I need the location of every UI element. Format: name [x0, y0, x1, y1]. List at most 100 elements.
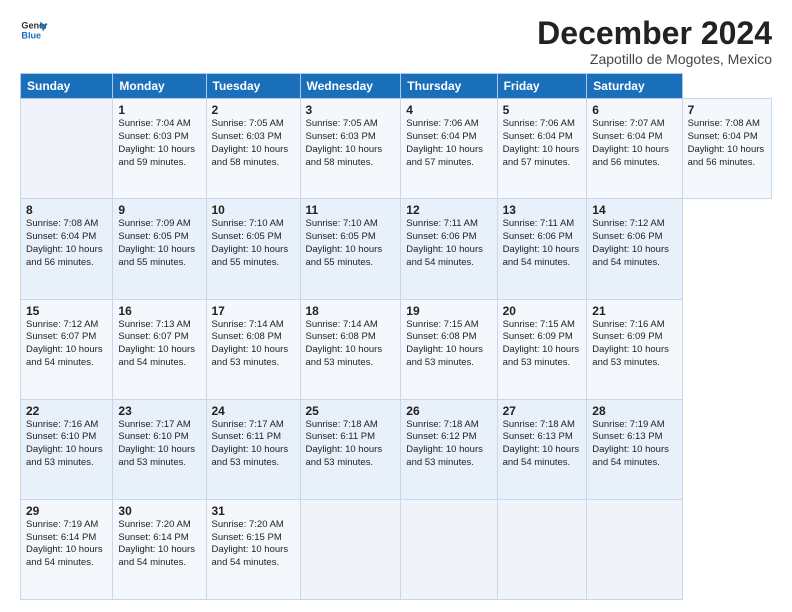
- day-info: Sunrise: 7:10 AMSunset: 6:05 PMDaylight:…: [212, 218, 289, 267]
- day-info: Sunrise: 7:13 AMSunset: 6:07 PMDaylight:…: [118, 319, 195, 368]
- day-cell-28: 28Sunrise: 7:19 AMSunset: 6:13 PMDayligh…: [587, 399, 682, 499]
- day-cell-7: 7Sunrise: 7:08 AMSunset: 6:04 PMDaylight…: [682, 99, 771, 199]
- day-cell-14: 14Sunrise: 7:12 AMSunset: 6:06 PMDayligh…: [587, 199, 682, 299]
- day-number: 11: [306, 203, 396, 217]
- day-info: Sunrise: 7:15 AMSunset: 6:08 PMDaylight:…: [406, 319, 483, 368]
- day-number: 9: [118, 203, 200, 217]
- day-number: 29: [26, 504, 107, 518]
- week-row-5: 29Sunrise: 7:19 AMSunset: 6:14 PMDayligh…: [21, 499, 772, 599]
- day-info: Sunrise: 7:08 AMSunset: 6:04 PMDaylight:…: [26, 218, 103, 267]
- day-cell-3: 3Sunrise: 7:05 AMSunset: 6:03 PMDaylight…: [300, 99, 401, 199]
- day-info: Sunrise: 7:07 AMSunset: 6:04 PMDaylight:…: [592, 118, 669, 167]
- day-cell-19: 19Sunrise: 7:15 AMSunset: 6:08 PMDayligh…: [401, 299, 497, 399]
- day-number: 27: [503, 404, 582, 418]
- day-cell-21: 21Sunrise: 7:16 AMSunset: 6:09 PMDayligh…: [587, 299, 682, 399]
- day-number: 16: [118, 304, 200, 318]
- day-cell-5: 5Sunrise: 7:06 AMSunset: 6:04 PMDaylight…: [497, 99, 587, 199]
- day-cell-24: 24Sunrise: 7:17 AMSunset: 6:11 PMDayligh…: [206, 399, 300, 499]
- day-info: Sunrise: 7:11 AMSunset: 6:06 PMDaylight:…: [406, 218, 483, 267]
- day-info: Sunrise: 7:14 AMSunset: 6:08 PMDaylight:…: [306, 319, 383, 368]
- day-number: 23: [118, 404, 200, 418]
- day-info: Sunrise: 7:20 AMSunset: 6:15 PMDaylight:…: [212, 519, 289, 568]
- header-tuesday: Tuesday: [206, 74, 300, 99]
- day-number: 28: [592, 404, 676, 418]
- day-info: Sunrise: 7:18 AMSunset: 6:11 PMDaylight:…: [306, 419, 383, 468]
- day-number: 7: [688, 103, 766, 117]
- day-info: Sunrise: 7:11 AMSunset: 6:06 PMDaylight:…: [503, 218, 580, 267]
- logo: General Blue: [20, 16, 48, 44]
- day-number: 22: [26, 404, 107, 418]
- day-number: 26: [406, 404, 491, 418]
- day-cell-10: 10Sunrise: 7:10 AMSunset: 6:05 PMDayligh…: [206, 199, 300, 299]
- day-cell-22: 22Sunrise: 7:16 AMSunset: 6:10 PMDayligh…: [21, 399, 113, 499]
- day-cell-16: 16Sunrise: 7:13 AMSunset: 6:07 PMDayligh…: [113, 299, 206, 399]
- day-cell-12: 12Sunrise: 7:11 AMSunset: 6:06 PMDayligh…: [401, 199, 497, 299]
- week-row-4: 22Sunrise: 7:16 AMSunset: 6:10 PMDayligh…: [21, 399, 772, 499]
- day-number: 19: [406, 304, 491, 318]
- week-row-3: 15Sunrise: 7:12 AMSunset: 6:07 PMDayligh…: [21, 299, 772, 399]
- day-cell-15: 15Sunrise: 7:12 AMSunset: 6:07 PMDayligh…: [21, 299, 113, 399]
- day-number: 3: [306, 103, 396, 117]
- day-info: Sunrise: 7:18 AMSunset: 6:12 PMDaylight:…: [406, 419, 483, 468]
- day-cell-17: 17Sunrise: 7:14 AMSunset: 6:08 PMDayligh…: [206, 299, 300, 399]
- day-info: Sunrise: 7:06 AMSunset: 6:04 PMDaylight:…: [503, 118, 580, 167]
- week-row-2: 8Sunrise: 7:08 AMSunset: 6:04 PMDaylight…: [21, 199, 772, 299]
- empty-cell: [300, 499, 401, 599]
- day-info: Sunrise: 7:08 AMSunset: 6:04 PMDaylight:…: [688, 118, 765, 167]
- header-wednesday: Wednesday: [300, 74, 401, 99]
- day-cell-1: 1Sunrise: 7:04 AMSunset: 6:03 PMDaylight…: [113, 99, 206, 199]
- empty-cell: [21, 99, 113, 199]
- day-cell-23: 23Sunrise: 7:17 AMSunset: 6:10 PMDayligh…: [113, 399, 206, 499]
- day-info: Sunrise: 7:14 AMSunset: 6:08 PMDaylight:…: [212, 319, 289, 368]
- header-monday: Monday: [113, 74, 206, 99]
- day-cell-30: 30Sunrise: 7:20 AMSunset: 6:14 PMDayligh…: [113, 499, 206, 599]
- header-sunday: Sunday: [21, 74, 113, 99]
- day-number: 8: [26, 203, 107, 217]
- day-cell-2: 2Sunrise: 7:05 AMSunset: 6:03 PMDaylight…: [206, 99, 300, 199]
- day-info: Sunrise: 7:16 AMSunset: 6:09 PMDaylight:…: [592, 319, 669, 368]
- day-info: Sunrise: 7:04 AMSunset: 6:03 PMDaylight:…: [118, 118, 195, 167]
- day-info: Sunrise: 7:15 AMSunset: 6:09 PMDaylight:…: [503, 319, 580, 368]
- day-info: Sunrise: 7:19 AMSunset: 6:13 PMDaylight:…: [592, 419, 669, 468]
- day-number: 31: [212, 504, 295, 518]
- day-number: 21: [592, 304, 676, 318]
- empty-cell: [587, 499, 682, 599]
- day-info: Sunrise: 7:17 AMSunset: 6:10 PMDaylight:…: [118, 419, 195, 468]
- title-block: December 2024 Zapotillo de Mogotes, Mexi…: [537, 16, 772, 67]
- header: General Blue December 2024 Zapotillo de …: [20, 16, 772, 67]
- day-cell-8: 8Sunrise: 7:08 AMSunset: 6:04 PMDaylight…: [21, 199, 113, 299]
- calendar-subtitle: Zapotillo de Mogotes, Mexico: [537, 51, 772, 67]
- day-info: Sunrise: 7:16 AMSunset: 6:10 PMDaylight:…: [26, 419, 103, 468]
- day-cell-9: 9Sunrise: 7:09 AMSunset: 6:05 PMDaylight…: [113, 199, 206, 299]
- empty-cell: [497, 499, 587, 599]
- empty-cell: [401, 499, 497, 599]
- day-number: 20: [503, 304, 582, 318]
- day-number: 25: [306, 404, 396, 418]
- day-number: 12: [406, 203, 491, 217]
- day-cell-13: 13Sunrise: 7:11 AMSunset: 6:06 PMDayligh…: [497, 199, 587, 299]
- header-friday: Friday: [497, 74, 587, 99]
- day-cell-31: 31Sunrise: 7:20 AMSunset: 6:15 PMDayligh…: [206, 499, 300, 599]
- day-number: 4: [406, 103, 491, 117]
- header-saturday: Saturday: [587, 74, 682, 99]
- day-info: Sunrise: 7:20 AMSunset: 6:14 PMDaylight:…: [118, 519, 195, 568]
- days-header-row: SundayMondayTuesdayWednesdayThursdayFrid…: [21, 74, 772, 99]
- day-cell-4: 4Sunrise: 7:06 AMSunset: 6:04 PMDaylight…: [401, 99, 497, 199]
- calendar-table: SundayMondayTuesdayWednesdayThursdayFrid…: [20, 73, 772, 600]
- day-number: 17: [212, 304, 295, 318]
- day-number: 10: [212, 203, 295, 217]
- calendar-title: December 2024: [537, 16, 772, 51]
- day-cell-20: 20Sunrise: 7:15 AMSunset: 6:09 PMDayligh…: [497, 299, 587, 399]
- day-info: Sunrise: 7:06 AMSunset: 6:04 PMDaylight:…: [406, 118, 483, 167]
- logo-icon: General Blue: [20, 16, 48, 44]
- day-cell-11: 11Sunrise: 7:10 AMSunset: 6:05 PMDayligh…: [300, 199, 401, 299]
- day-info: Sunrise: 7:17 AMSunset: 6:11 PMDaylight:…: [212, 419, 289, 468]
- day-info: Sunrise: 7:19 AMSunset: 6:14 PMDaylight:…: [26, 519, 103, 568]
- day-cell-6: 6Sunrise: 7:07 AMSunset: 6:04 PMDaylight…: [587, 99, 682, 199]
- day-info: Sunrise: 7:05 AMSunset: 6:03 PMDaylight:…: [212, 118, 289, 167]
- day-number: 2: [212, 103, 295, 117]
- day-info: Sunrise: 7:12 AMSunset: 6:07 PMDaylight:…: [26, 319, 103, 368]
- day-info: Sunrise: 7:05 AMSunset: 6:03 PMDaylight:…: [306, 118, 383, 167]
- day-cell-26: 26Sunrise: 7:18 AMSunset: 6:12 PMDayligh…: [401, 399, 497, 499]
- day-cell-25: 25Sunrise: 7:18 AMSunset: 6:11 PMDayligh…: [300, 399, 401, 499]
